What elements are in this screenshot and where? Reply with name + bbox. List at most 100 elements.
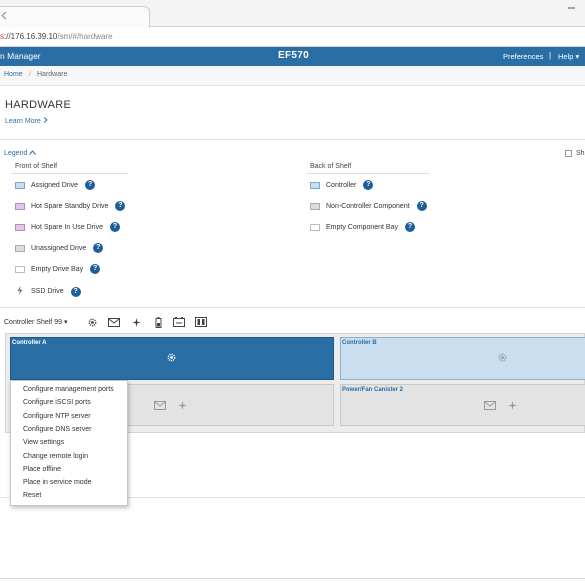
divider [12, 173, 128, 174]
envelope-icon[interactable] [108, 317, 120, 327]
legend-toggle[interactable]: Legend [4, 150, 37, 157]
back-icon[interactable] [0, 8, 9, 23]
shelf-selector[interactable]: Controller Shelf 99 ▾ [4, 318, 67, 326]
show-checkbox[interactable] [565, 150, 572, 157]
preferences-link[interactable]: Preferences [503, 52, 543, 61]
chevron-down-icon: ▾ [63, 319, 68, 326]
legend-item: SSD Drive? [15, 286, 81, 297]
menu-item[interactable]: Place offline [23, 466, 61, 473]
learn-more-label: Learn More [5, 118, 41, 125]
temperature-icon[interactable] [173, 317, 185, 327]
power-supply-icon[interactable] [195, 317, 207, 327]
legend-swatch [15, 181, 25, 189]
legend-item-label: Unassigned Drive [31, 244, 87, 252]
address-bar[interactable]: s://176.16.39.10/sm/#/hardware [0, 28, 585, 47]
legend-item: Hot Spare Standby Drive? [15, 201, 126, 211]
bolt-icon [15, 286, 25, 297]
divider [307, 173, 429, 174]
divider [0, 578, 585, 579]
legend-item-label: Assigned Drive [31, 181, 79, 189]
url-text[interactable]: s://176.16.39.10/sm/#/hardware [0, 32, 113, 41]
menu-item[interactable]: View settings [23, 439, 64, 446]
controller-b-label: Controller B [342, 340, 377, 346]
menu-item[interactable]: Place in service mode [23, 479, 91, 486]
chevron-down-icon: ▾ [575, 52, 580, 61]
back-of-shelf-heading: Back of Shelf [310, 163, 352, 170]
browser-tabstrip [0, 0, 585, 28]
legend-swatch [15, 244, 25, 252]
controller-context-menu: Configure management ports Configure iSCS… [10, 380, 128, 506]
minimize-icon[interactable] [567, 2, 577, 14]
menu-item[interactable]: Configure management ports [23, 386, 114, 393]
system-name: EF570 [278, 50, 309, 61]
controller-a-label: Controller A [12, 340, 47, 346]
help-icon[interactable]: ? [70, 286, 81, 297]
front-of-shelf-heading: Front of Shelf [15, 163, 58, 170]
help-icon[interactable]: ? [85, 180, 96, 190]
url-host: ://176.16.39.10 [4, 32, 58, 41]
chevron-up-icon [29, 150, 37, 155]
show-checkbox-label: Sh [576, 150, 585, 157]
legend-item-label: Empty Component Bay [326, 223, 398, 231]
help-icon[interactable]: ? [416, 201, 427, 211]
legend-swatch [310, 181, 320, 189]
legend-item: Empty Component Bay? [310, 222, 415, 232]
legend-swatch [15, 202, 25, 210]
legend-item: Controller? [310, 180, 374, 190]
legend-item: Unassigned Drive? [15, 243, 104, 253]
gear-chip-icon [497, 352, 508, 363]
help-icon[interactable]: ? [90, 264, 101, 274]
legend-swatch [310, 202, 320, 210]
legend-label: Legend [4, 150, 28, 157]
chevron-right-icon [43, 117, 48, 123]
gear-chip-icon [166, 352, 177, 363]
app-window: s://176.16.39.10/sm/#/hardware n Manager… [0, 0, 585, 585]
app-name: n Manager [0, 51, 41, 61]
menu-item[interactable]: Configure iSCSI ports [23, 399, 91, 406]
help-icon[interactable]: ? [115, 201, 126, 211]
power-fan-canister-2-label: Power/Fan Canister 2 [342, 387, 404, 393]
legend-item-label: Controller [326, 181, 357, 189]
breadcrumb-current: Hardware [37, 71, 68, 78]
menu-item[interactable]: Change remote login [23, 453, 88, 460]
battery-icon[interactable] [152, 316, 164, 328]
breadcrumb-separator: / [29, 71, 31, 78]
legend-item-label: Non-Controller Component [326, 202, 410, 210]
legend-swatch [15, 223, 25, 231]
fan-icon [507, 400, 518, 411]
help-menu[interactable]: Help ▾ [558, 52, 579, 61]
page-title: HARDWARE [5, 99, 72, 111]
legend-swatch [15, 265, 25, 273]
breadcrumb: Home / Hardware [0, 66, 585, 86]
fan-icon[interactable] [130, 317, 142, 327]
gear-chip-icon[interactable] [86, 317, 98, 327]
divider [0, 139, 585, 140]
menu-item[interactable]: Reset [23, 492, 41, 499]
url-path: /sm/#/hardware [57, 32, 113, 41]
menu-item[interactable]: Configure NTP server [23, 413, 91, 420]
browser-tab[interactable] [0, 6, 150, 28]
legend-item-label: Empty Drive Bay [31, 265, 84, 273]
learn-more-link[interactable]: Learn More [5, 117, 48, 125]
legend-item-label: Hot Spare In Use Drive [31, 223, 103, 231]
help-icon[interactable]: ? [363, 180, 374, 190]
legend-item-label: Hot Spare Standby Drive [31, 202, 109, 210]
envelope-icon [154, 401, 166, 410]
help-icon[interactable]: ? [93, 243, 104, 253]
legend-swatch [310, 223, 320, 231]
help-label: Help [558, 52, 574, 61]
breadcrumb-home[interactable]: Home [4, 71, 23, 78]
legend-item: Hot Spare In Use Drive? [15, 222, 120, 232]
fan-icon [177, 400, 188, 411]
legend-item: Empty Drive Bay? [15, 264, 101, 274]
legend-item: Assigned Drive? [15, 180, 96, 190]
app-header: n Manager EF570 Preferences | Help ▾ [0, 47, 585, 66]
help-icon[interactable]: ? [404, 222, 415, 232]
header-separator: | [549, 51, 552, 60]
shelf-selector-label: Controller Shelf 99 [4, 319, 62, 326]
divider [0, 307, 585, 308]
menu-item[interactable]: Configure DNS server [23, 426, 91, 433]
envelope-icon [484, 401, 496, 410]
legend-item: Non-Controller Component? [310, 201, 427, 211]
help-icon[interactable]: ? [109, 222, 120, 232]
